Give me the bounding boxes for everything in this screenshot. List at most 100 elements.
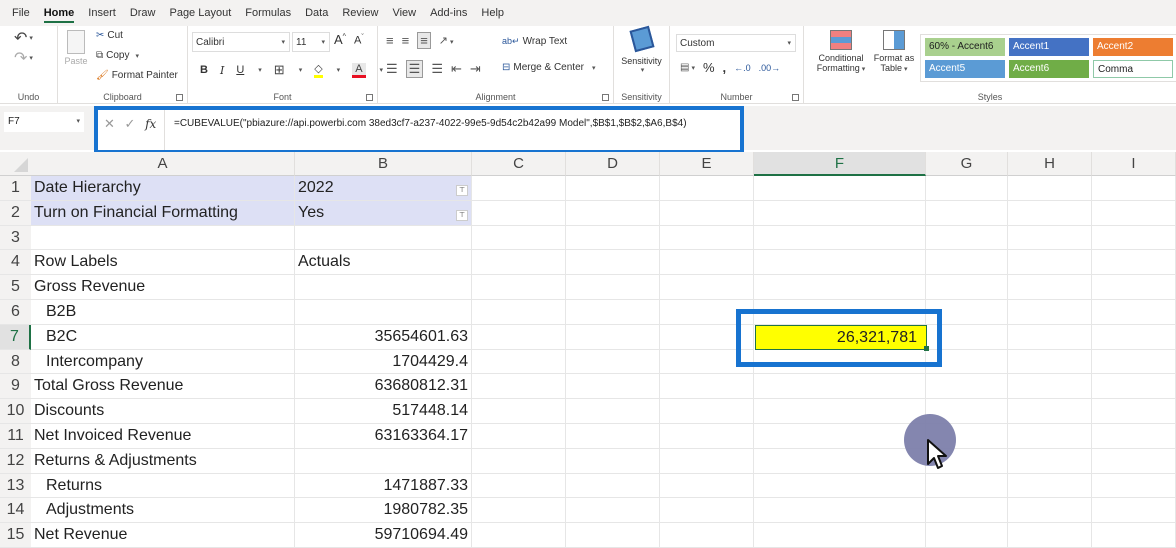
decrease-font-button[interactable]: Aˇ — [354, 34, 364, 47]
percent-style-button[interactable]: % — [703, 60, 715, 75]
cell-style-comma[interactable]: Comma — [1093, 60, 1173, 78]
row-header-3[interactable]: 3 — [0, 225, 31, 251]
font-color-button[interactable]: A — [352, 62, 366, 78]
cell-B11[interactable]: 63163364.17 — [295, 424, 472, 449]
cell-H12[interactable] — [1008, 448, 1092, 474]
cut-button[interactable]: ✂ Cut — [96, 30, 123, 41]
cell-A12[interactable]: Returns & Adjustments — [31, 448, 295, 474]
cell-F12[interactable] — [754, 448, 926, 474]
column-header-D[interactable]: D — [566, 152, 660, 176]
tab-draw[interactable]: Draw — [130, 7, 156, 19]
cell-I1[interactable] — [1092, 176, 1176, 201]
tab-view[interactable]: View — [392, 7, 416, 19]
cell-F15[interactable] — [754, 523, 926, 548]
cell-D12[interactable] — [566, 448, 660, 474]
cell-I8[interactable] — [1092, 349, 1176, 375]
tab-insert[interactable]: Insert — [88, 7, 116, 19]
cell-D10[interactable] — [566, 399, 660, 424]
cell-E9[interactable] — [660, 374, 754, 400]
increase-indent-button[interactable]: ⇥ — [470, 61, 481, 77]
tab-home[interactable]: Home — [43, 7, 74, 23]
cell-I6[interactable] — [1092, 300, 1176, 325]
cell-H6[interactable] — [1008, 300, 1092, 325]
increase-font-button[interactable]: A^ — [334, 32, 346, 47]
cell-C4[interactable] — [472, 250, 566, 276]
italic-button[interactable]: I — [220, 64, 224, 77]
name-box[interactable]: F7 ▾ — [4, 112, 84, 132]
cell-F1[interactable] — [754, 176, 926, 201]
cell-I9[interactable] — [1092, 374, 1176, 400]
cell-A10[interactable]: Discounts — [31, 399, 295, 424]
cell-G3[interactable] — [926, 225, 1008, 251]
row-header-4[interactable]: 4 — [0, 250, 31, 276]
cell-I5[interactable] — [1092, 275, 1176, 300]
fill-handle[interactable] — [924, 346, 929, 351]
cell-D1[interactable] — [566, 176, 660, 201]
paste-button[interactable]: Paste — [62, 30, 90, 66]
cell-E1[interactable] — [660, 176, 754, 201]
row-header-14[interactable]: 14 — [0, 498, 31, 524]
cell-A3[interactable] — [31, 225, 295, 251]
cell-G4[interactable] — [926, 250, 1008, 276]
cell-E12[interactable] — [660, 448, 754, 474]
orientation-button[interactable]: ↗ ▾ — [439, 34, 454, 47]
cell-A14[interactable]: Adjustments — [31, 498, 295, 524]
cell-I15[interactable] — [1092, 523, 1176, 548]
cell-C13[interactable] — [472, 473, 566, 499]
cell-F11[interactable] — [754, 424, 926, 449]
cell-D5[interactable] — [566, 275, 660, 300]
row-header-15[interactable]: 15 — [0, 523, 31, 548]
cell-I10[interactable] — [1092, 399, 1176, 424]
cell-E5[interactable] — [660, 275, 754, 300]
row-header-7[interactable]: 7 — [0, 324, 31, 350]
cell-D13[interactable] — [566, 473, 660, 499]
decrease-decimal-button[interactable]: .00→ — [759, 63, 781, 73]
cell-H15[interactable] — [1008, 523, 1092, 548]
cell-D3[interactable] — [566, 225, 660, 251]
cell-I13[interactable] — [1092, 473, 1176, 499]
column-header-E[interactable]: E — [660, 152, 754, 176]
cell-G1[interactable] — [926, 176, 1008, 201]
column-header-G[interactable]: G — [926, 152, 1008, 176]
cell-A1[interactable]: Date Hierarchy — [31, 176, 295, 201]
cell-C6[interactable] — [472, 300, 566, 325]
cell-F9[interactable] — [754, 374, 926, 400]
cell-B5[interactable] — [295, 275, 472, 300]
row-header-11[interactable]: 11 — [0, 424, 31, 449]
cell-style-60-accent6[interactable]: 60% - Accent6 — [925, 38, 1005, 56]
cell-D6[interactable] — [566, 300, 660, 325]
cell-B7[interactable]: 35654601.63 — [295, 324, 472, 350]
cell-B6[interactable] — [295, 300, 472, 325]
cell-C11[interactable] — [472, 424, 566, 449]
cell-A6[interactable]: B2B — [31, 300, 295, 325]
undo-button[interactable]: ↶ ▾ — [14, 28, 33, 48]
cell-style-accent2[interactable]: Accent2 — [1093, 38, 1173, 56]
cell-E3[interactable] — [660, 225, 754, 251]
cell-B2[interactable]: Yes ⊤ — [295, 200, 472, 226]
cell-A5[interactable]: Gross Revenue — [31, 275, 295, 300]
cell-A7[interactable]: B2C — [31, 324, 295, 350]
decrease-indent-button[interactable]: ⇤ — [451, 61, 462, 77]
cell-H4[interactable] — [1008, 250, 1092, 276]
cell-G9[interactable] — [926, 374, 1008, 400]
cell-D7[interactable] — [566, 324, 660, 350]
select-all-button[interactable] — [0, 152, 31, 176]
tab-page-layout[interactable]: Page Layout — [169, 7, 231, 19]
borders-button[interactable]: ⊞ — [274, 62, 285, 78]
cell-G15[interactable] — [926, 523, 1008, 548]
top-align-button[interactable]: ≡ — [386, 33, 394, 48]
cell-H9[interactable] — [1008, 374, 1092, 400]
column-header-A[interactable]: A — [31, 152, 295, 176]
conditional-formatting-button[interactable]: Conditional Formatting ▾ — [812, 30, 870, 73]
cell-I14[interactable] — [1092, 498, 1176, 524]
cell-H11[interactable] — [1008, 424, 1092, 449]
cell-I7[interactable] — [1092, 324, 1176, 350]
number-launcher[interactable] — [792, 94, 799, 101]
cell-H5[interactable] — [1008, 275, 1092, 300]
cell-B14[interactable]: 1980782.35 — [295, 498, 472, 524]
cell-H13[interactable] — [1008, 473, 1092, 499]
merge-center-button[interactable]: ⊟ Merge & Center ▾ — [502, 62, 596, 73]
align-right-button[interactable]: ☰ — [431, 61, 443, 77]
cell-D2[interactable] — [566, 200, 660, 226]
comma-style-button[interactable]: , — [723, 60, 727, 75]
